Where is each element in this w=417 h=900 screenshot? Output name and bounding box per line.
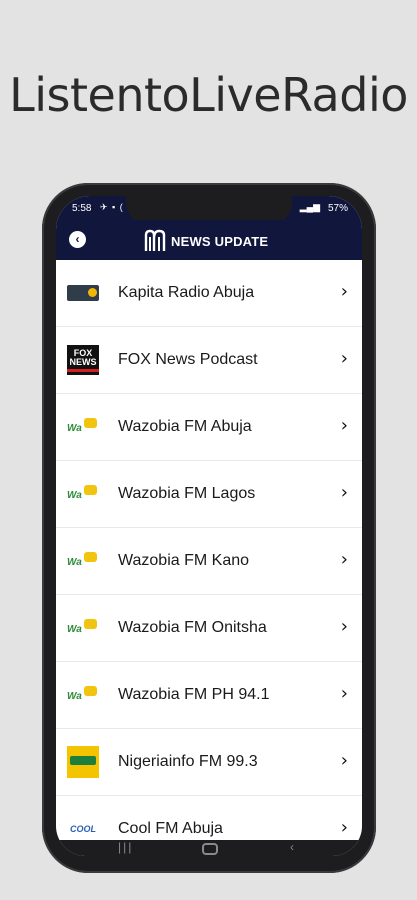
nigeriainfo-logo — [66, 746, 100, 778]
chevron-right-icon: › — [340, 817, 348, 838]
chevron-right-icon: › — [340, 750, 348, 771]
app-title: NEWS UPDATE — [171, 233, 269, 249]
kapita-logo — [66, 277, 100, 309]
station-name: Wazobia FM Kano — [118, 552, 250, 569]
wazobia-logo: Wa — [66, 679, 100, 711]
recent-apps-button[interactable]: ||| — [118, 840, 133, 854]
chevron-right-icon: › — [340, 415, 348, 436]
station-name: Nigeriainfo FM 99.3 — [118, 753, 258, 770]
station-row-wazobia-fm-ph[interactable]: Wa Wazobia FM PH 94.1 › — [56, 662, 362, 729]
wazobia-logo: Wa — [66, 478, 100, 510]
chevron-right-icon: › — [340, 616, 348, 637]
chevron-right-icon: › — [340, 683, 348, 704]
station-name: Wazobia FM Lagos — [118, 485, 256, 502]
station-name: Cool FM Abuja — [118, 820, 223, 837]
battery-level: 57% — [327, 203, 348, 214]
app-logo: NEWS UPDATE — [143, 228, 268, 254]
app-screen: 5:58 ✈ ▪ ( ▂▄▆ 57% ‹ NEWS UPDATE Kapita … — [56, 196, 362, 856]
wazobia-logo: Wa — [66, 545, 100, 577]
notification-icons: ✈ ▪ ( — [100, 202, 124, 212]
signal-icon: ▂▄▆ — [299, 202, 320, 212]
station-row-wazobia-fm-kano[interactable]: Wa Wazobia FM Kano › — [56, 528, 362, 595]
station-row-nigeriainfo-fm[interactable]: Nigeriainfo FM 99.3 › — [56, 729, 362, 796]
chevron-right-icon: › — [340, 348, 348, 369]
chevron-right-icon: › — [340, 549, 348, 570]
app-bar: ‹ NEWS UPDATE — [56, 220, 362, 260]
station-name: FOX News Podcast — [118, 351, 258, 368]
station-row-wazobia-fm-lagos[interactable]: Wa Wazobia FM Lagos › — [56, 461, 362, 528]
fox-news-logo: FOX NEWS — [66, 344, 100, 376]
chevron-right-icon: › — [340, 482, 348, 503]
station-name: Wazobia FM Onitsha — [118, 619, 267, 636]
wazobia-logo: Wa — [66, 612, 100, 644]
back-button[interactable]: ‹ — [69, 231, 86, 248]
station-row-fox-news-podcast[interactable]: FOX NEWS FOX News Podcast › — [56, 327, 362, 394]
station-name: Kapita Radio Abuja — [118, 284, 255, 301]
station-row-wazobia-fm-abuja[interactable]: Wa Wazobia FM Abuja › — [56, 394, 362, 461]
chevron-right-icon: › — [340, 281, 348, 302]
station-name: Wazobia FM PH 94.1 — [118, 686, 270, 703]
system-back-button[interactable]: ‹ — [290, 840, 294, 854]
n-logo-icon — [144, 229, 166, 251]
home-button[interactable] — [202, 843, 218, 855]
station-list: Kapita Radio Abuja › FOX NEWS FOX News Po… — [56, 260, 362, 856]
station-row-kapita-radio-abuja[interactable]: Kapita Radio Abuja › — [56, 260, 362, 327]
station-row-wazobia-fm-onitsha[interactable]: Wa Wazobia FM Onitsha › — [56, 595, 362, 662]
wazobia-logo: Wa — [66, 411, 100, 443]
station-name: Wazobia FM Abuja — [118, 418, 252, 435]
status-time: 5:58 — [72, 203, 92, 214]
chevron-left-icon: ‹ — [75, 232, 80, 246]
promo-title: ListentoLiveRadio — [9, 68, 408, 122]
system-nav-bar: ||| ‹ — [56, 840, 362, 856]
